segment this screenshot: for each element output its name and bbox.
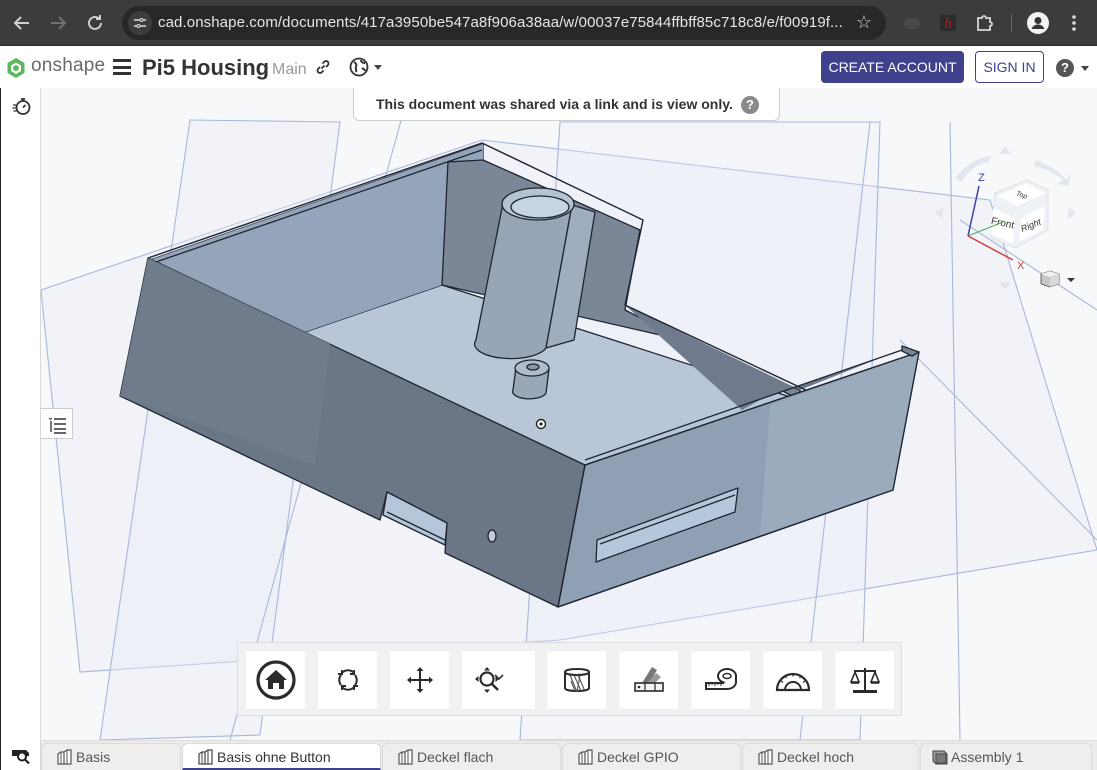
create-account-button[interactable]: CREATE ACCOUNT (821, 51, 964, 83)
protractor-icon (775, 672, 810, 692)
axis-label-x: X (1017, 260, 1025, 272)
element-tabs: Basis Basis ohne Button Deckel flach Dec… (41, 740, 1097, 770)
screw-hole (487, 529, 497, 543)
tab-assembly-1[interactable]: Assembly 1 (920, 743, 1092, 770)
arrow-left-icon (13, 16, 29, 30)
svg-text:h: h (944, 16, 952, 32)
section-view-button[interactable] (546, 650, 607, 710)
view-toolbar (237, 642, 902, 716)
h-extension-icon[interactable]: h (936, 11, 960, 35)
arrow-right-icon (51, 16, 67, 30)
scale-icon (849, 668, 880, 693)
help-icon[interactable]: ? (1056, 59, 1074, 77)
zoom-button[interactable] (461, 650, 536, 710)
puzzle-extensions-icon[interactable] (972, 11, 996, 35)
tab-label: Deckel flach (417, 749, 494, 765)
rotate-cw-arrow (1034, 160, 1071, 186)
view-only-banner: This document was shared via a link and … (353, 88, 780, 121)
rotate-ccw-arrow (955, 156, 991, 182)
angle-measure-button[interactable] (762, 650, 823, 710)
part-studio-icon (398, 749, 413, 765)
banner-help-icon[interactable]: ? (741, 96, 759, 114)
mass-properties-button[interactable] (834, 650, 895, 710)
pan-icon (406, 667, 433, 693)
app-header: onshape Pi5 Housing Main CREATE ACCOUNT … (0, 46, 1097, 88)
appearance-button[interactable] (618, 650, 679, 710)
section-view-icon (563, 668, 590, 693)
view-only-message: This document was shared via a link and … (376, 96, 733, 112)
view-cube[interactable]: Top Front Right Z X (931, 138, 1081, 288)
view-cube-body[interactable]: Top Front Right (990, 179, 1049, 249)
reload-icon (88, 15, 102, 30)
sign-in-button[interactable]: SIGN IN (975, 51, 1044, 83)
part-studio-icon (198, 749, 213, 765)
part-studio-icon (758, 749, 773, 765)
measure-button[interactable] (690, 650, 751, 710)
rotate-button[interactable] (317, 650, 378, 710)
rotate-right-arrow (1068, 207, 1076, 219)
left-rail (0, 88, 41, 770)
view-mode-caret-icon (1067, 278, 1075, 282)
browser-chrome: cad.onshape.com/documents/417a3950be547a… (0, 0, 1097, 46)
rotate-left-arrow (935, 207, 943, 219)
tab-basis-ohne-button[interactable]: Basis ohne Button (182, 743, 381, 770)
tab-basis[interactable]: Basis (41, 743, 181, 770)
rotate-icon (337, 669, 358, 691)
profile-avatar-icon[interactable] (1026, 11, 1050, 35)
link-icon[interactable] (314, 58, 332, 76)
pan-button[interactable] (389, 650, 450, 710)
hamburger-menu-icon[interactable] (113, 59, 131, 75)
onshape-logo-icon[interactable] (6, 57, 26, 79)
document-title[interactable]: Pi5 Housing (142, 55, 269, 81)
rotate-up-arrow (999, 146, 1011, 154)
globe-icon[interactable] (349, 57, 369, 77)
kebab-menu-icon[interactable] (1062, 11, 1086, 35)
tab-label: Assembly 1 (951, 749, 1024, 765)
assembly-icon (932, 750, 948, 765)
axis-label-z: Z (978, 172, 985, 184)
home-view-button[interactable] (245, 650, 306, 710)
url-text[interactable]: cad.onshape.com/documents/417a3950be547a… (158, 14, 843, 31)
tab-label: Deckel GPIO (597, 749, 679, 765)
toolbar-divider (1011, 14, 1012, 32)
tab-label: Basis (76, 749, 111, 765)
part-studio-icon (57, 749, 72, 765)
tab-label: Basis ohne Button (217, 749, 331, 765)
home-icon (255, 660, 296, 700)
tab-deckel-flach[interactable]: Deckel flach (382, 743, 561, 770)
tape-measure-icon (704, 668, 737, 690)
tab-deckel-gpio[interactable]: Deckel GPIO (562, 743, 741, 770)
feature-list-icon (48, 417, 66, 434)
screen-capture-extension-icon[interactable] (900, 11, 924, 35)
part-studio-icon (578, 749, 593, 765)
onshape-logo-text[interactable]: onshape (31, 55, 105, 77)
tab-deckel-hoch[interactable]: Deckel hoch (742, 743, 919, 770)
search-detail-icon[interactable] (11, 748, 33, 764)
address-bar[interactable]: cad.onshape.com/documents/417a3950be547a… (122, 6, 886, 40)
zoom-dropdown-chevron-icon[interactable] (493, 673, 504, 681)
tune-icon (134, 18, 146, 28)
stopwatch-icon[interactable] (12, 96, 32, 116)
bookmark-star-icon[interactable]: ☆ (856, 12, 872, 33)
feature-list-toggle[interactable] (41, 408, 73, 439)
branch-label[interactable]: Main (272, 61, 307, 79)
back-button[interactable] (10, 11, 34, 35)
forward-button[interactable] (46, 11, 70, 35)
rotate-down-arrow (999, 282, 1011, 288)
color-swatch-icon (633, 667, 664, 692)
tab-label: Deckel hoch (777, 749, 855, 765)
sharing-dropdown-caret-icon[interactable] (374, 65, 382, 70)
view-mode-dropdown[interactable] (1040, 268, 1080, 290)
help-dropdown-caret-icon[interactable] (1081, 66, 1089, 71)
site-settings-button[interactable] (128, 11, 152, 35)
shaded-cube-icon (1040, 270, 1060, 288)
reload-button[interactable] (83, 11, 107, 35)
